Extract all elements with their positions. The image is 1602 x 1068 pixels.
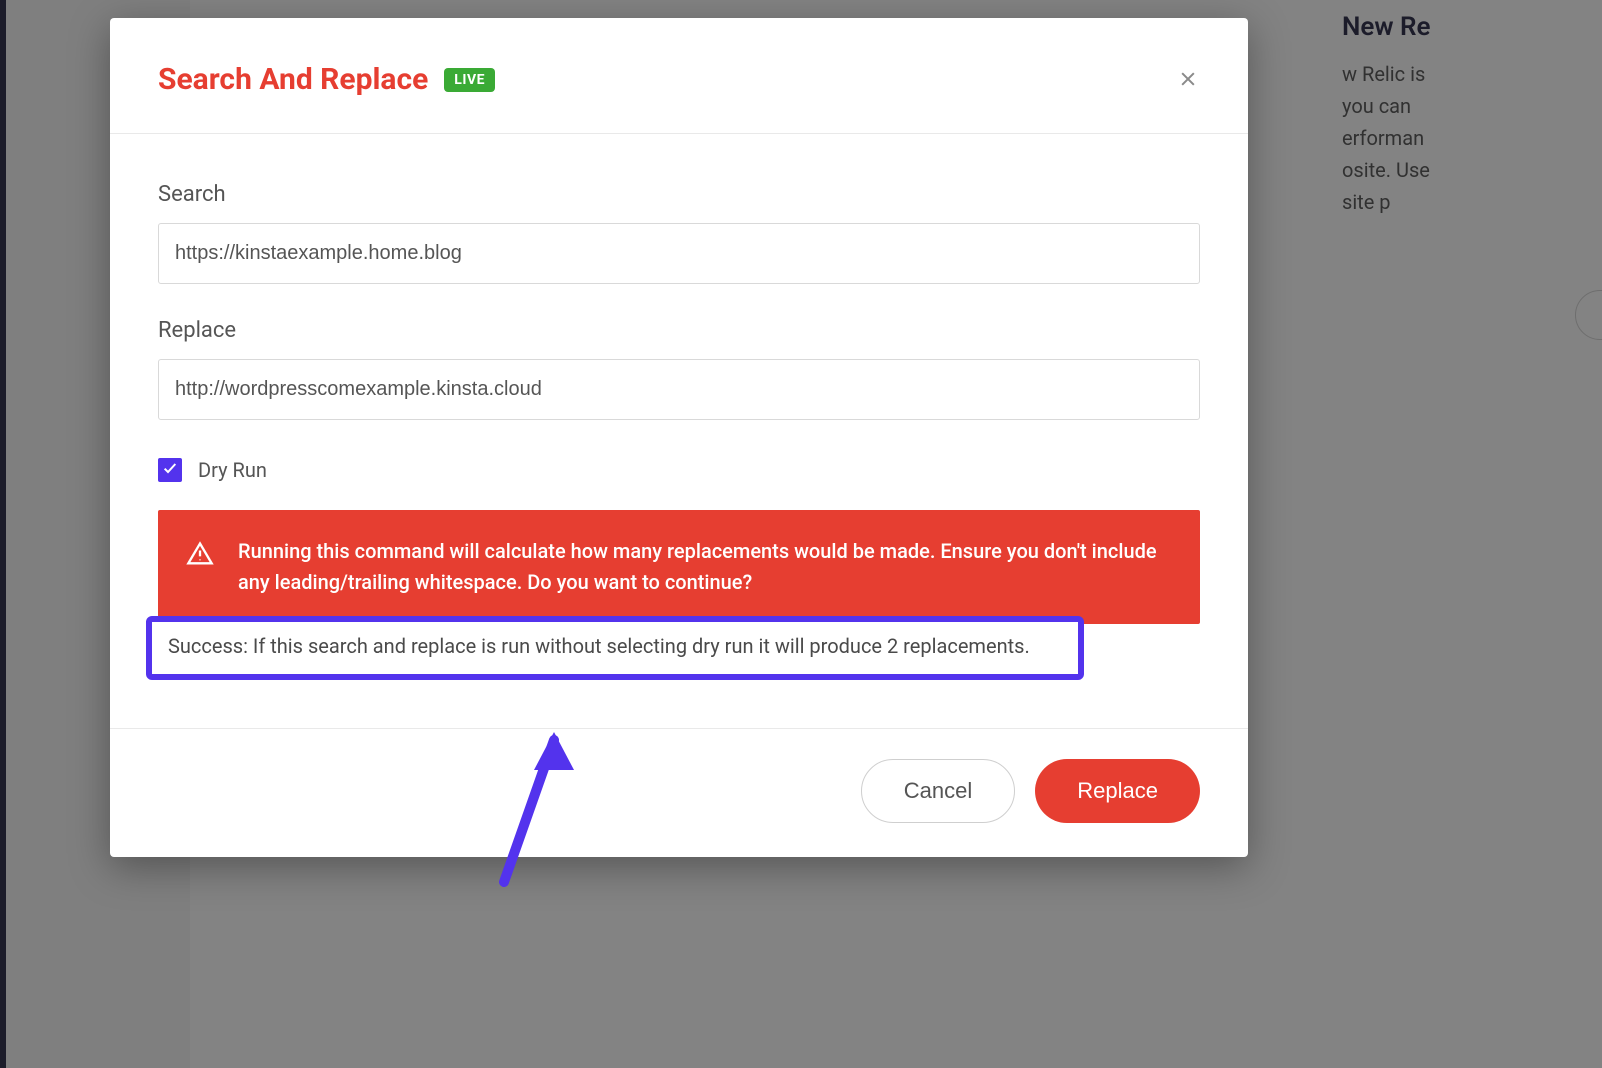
success-highlight-wrap: Success: If this search and replace is r…	[146, 616, 1308, 680]
modal-header: Search And Replace LIVE	[110, 18, 1248, 134]
dry-run-label: Dry Run	[198, 458, 267, 482]
dry-run-checkbox[interactable]	[158, 458, 182, 482]
live-badge: LIVE	[444, 68, 495, 92]
close-button[interactable]	[1170, 62, 1206, 98]
search-replace-modal: Search And Replace LIVE Search Replace D…	[110, 18, 1248, 857]
warning-alert: Running this command will calculate how …	[158, 510, 1200, 624]
warning-text: Running this command will calculate how …	[238, 536, 1172, 598]
check-icon	[162, 460, 178, 480]
close-icon	[1178, 65, 1198, 96]
replace-input[interactable]	[158, 359, 1200, 420]
success-highlight-box: Success: If this search and replace is r…	[146, 616, 1084, 680]
dry-run-row: Dry Run	[158, 458, 1200, 482]
search-label: Search	[158, 182, 1200, 207]
modal-title: Search And Replace	[158, 62, 428, 97]
warning-icon	[186, 540, 214, 572]
search-input[interactable]	[158, 223, 1200, 284]
replace-label: Replace	[158, 318, 1200, 343]
modal-body: Search Replace Dry Run Running this comm…	[110, 134, 1248, 680]
replace-button[interactable]: Replace	[1035, 759, 1200, 823]
modal-footer: Cancel Replace	[110, 728, 1248, 857]
cancel-button[interactable]: Cancel	[861, 759, 1015, 823]
success-text: Success: If this search and replace is r…	[168, 632, 1062, 660]
